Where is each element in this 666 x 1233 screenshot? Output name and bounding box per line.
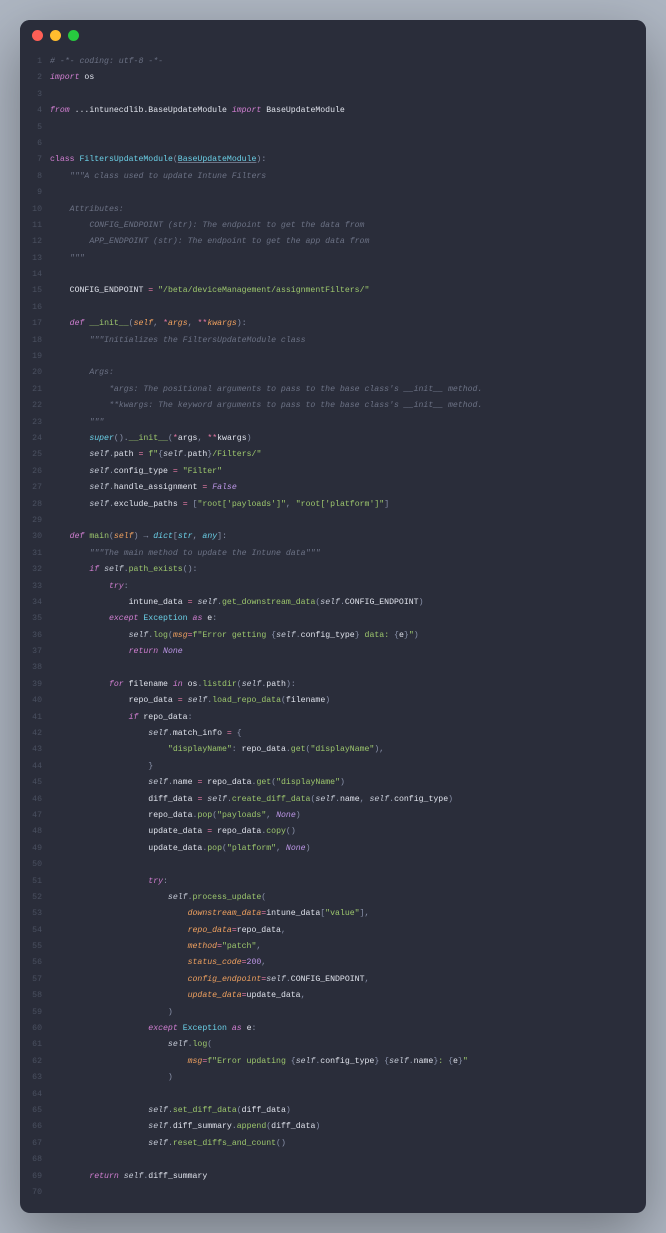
- code-line[interactable]: status_code=200,: [50, 955, 636, 971]
- code-line[interactable]: self.handle_assignment = False: [50, 480, 636, 496]
- code-editor[interactable]: 1234567891011121314151617181920212223242…: [20, 50, 646, 1213]
- code-line[interactable]: """The main method to update the Intune …: [50, 546, 636, 562]
- code-line[interactable]: config_endpoint=self.CONFIG_ENDPOINT,: [50, 972, 636, 988]
- code-line[interactable]: self.name = repo_data.get("displayName"): [50, 775, 636, 791]
- code-line[interactable]: try:: [50, 874, 636, 890]
- code-line[interactable]: def __init__(self, *args, **kwargs):: [50, 316, 636, 332]
- code-line[interactable]: APP_ENDPOINT (str): The endpoint to get …: [50, 234, 636, 250]
- code-line[interactable]: downstream_data=intune_data["value"],: [50, 906, 636, 922]
- code-line[interactable]: Args:: [50, 365, 636, 381]
- code-line[interactable]: super().__init__(*args, **kwargs): [50, 431, 636, 447]
- code-line[interactable]: """: [50, 415, 636, 431]
- line-gutter: 1234567891011121314151617181920212223242…: [20, 54, 50, 1201]
- code-line[interactable]: [50, 1185, 636, 1201]
- code-line[interactable]: ): [50, 1070, 636, 1086]
- code-line[interactable]: CONFIG_ENDPOINT = "/beta/deviceManagemen…: [50, 283, 636, 299]
- code-line[interactable]: CONFIG_ENDPOINT (str): The endpoint to g…: [50, 218, 636, 234]
- code-line[interactable]: update_data.pop("platform", None): [50, 841, 636, 857]
- code-line[interactable]: update_data=update_data,: [50, 988, 636, 1004]
- code-line[interactable]: for filename in os.listdir(self.path):: [50, 677, 636, 693]
- code-line[interactable]: import os: [50, 70, 636, 86]
- code-line[interactable]: [50, 660, 636, 676]
- code-line[interactable]: [50, 87, 636, 103]
- code-line[interactable]: self.process_update(: [50, 890, 636, 906]
- code-line[interactable]: }: [50, 759, 636, 775]
- close-icon[interactable]: [32, 30, 43, 41]
- code-line[interactable]: repo_data = self.load_repo_data(filename…: [50, 693, 636, 709]
- code-line[interactable]: """A class used to update Intune Filters: [50, 169, 636, 185]
- code-line[interactable]: "displayName": repo_data.get("displayNam…: [50, 742, 636, 758]
- code-line[interactable]: except Exception as e:: [50, 611, 636, 627]
- code-line[interactable]: class FiltersUpdateModule(BaseUpdateModu…: [50, 152, 636, 168]
- code-line[interactable]: self.exclude_paths = ["root['payloads']"…: [50, 497, 636, 513]
- code-line[interactable]: self.reset_diffs_and_count(): [50, 1136, 636, 1152]
- code-line[interactable]: from ...intunecdlib.BaseUpdateModule imp…: [50, 103, 636, 119]
- code-line[interactable]: Attributes:: [50, 202, 636, 218]
- code-line[interactable]: [50, 1087, 636, 1103]
- code-line[interactable]: ): [50, 1005, 636, 1021]
- code-line[interactable]: self.match_info = {: [50, 726, 636, 742]
- code-line[interactable]: method="patch",: [50, 939, 636, 955]
- code-line[interactable]: intune_data = self.get_downstream_data(s…: [50, 595, 636, 611]
- code-content[interactable]: # -*- coding: utf-8 -*-import os from ...…: [50, 54, 646, 1201]
- code-line[interactable]: *args: The positional arguments to pass …: [50, 382, 636, 398]
- code-line[interactable]: [50, 349, 636, 365]
- code-line[interactable]: # -*- coding: utf-8 -*-: [50, 54, 636, 70]
- code-line[interactable]: [50, 1152, 636, 1168]
- code-line[interactable]: [50, 267, 636, 283]
- code-line[interactable]: [50, 300, 636, 316]
- code-line[interactable]: """: [50, 251, 636, 267]
- code-line[interactable]: self.path = f"{self.path}/Filters/": [50, 447, 636, 463]
- code-line[interactable]: self.log(: [50, 1037, 636, 1053]
- code-line[interactable]: self.diff_summary.append(diff_data): [50, 1119, 636, 1135]
- code-line[interactable]: **kwargs: The keyword arguments to pass …: [50, 398, 636, 414]
- editor-window: 1234567891011121314151617181920212223242…: [20, 20, 646, 1213]
- code-line[interactable]: diff_data = self.create_diff_data(self.n…: [50, 792, 636, 808]
- code-line[interactable]: update_data = repo_data.copy(): [50, 824, 636, 840]
- code-line[interactable]: repo_data.pop("payloads", None): [50, 808, 636, 824]
- code-line[interactable]: repo_data=repo_data,: [50, 923, 636, 939]
- code-line[interactable]: return self.diff_summary: [50, 1169, 636, 1185]
- code-line[interactable]: try:: [50, 579, 636, 595]
- code-line[interactable]: self.log(msg=f"Error getting {self.confi…: [50, 628, 636, 644]
- minimize-icon[interactable]: [50, 30, 61, 41]
- titlebar[interactable]: [20, 20, 646, 50]
- code-line[interactable]: if repo_data:: [50, 710, 636, 726]
- zoom-icon[interactable]: [68, 30, 79, 41]
- code-line[interactable]: [50, 185, 636, 201]
- code-line[interactable]: self.set_diff_data(diff_data): [50, 1103, 636, 1119]
- code-line[interactable]: msg=f"Error updating {self.config_type} …: [50, 1054, 636, 1070]
- code-line[interactable]: def main(self) → dict[str, any]:: [50, 529, 636, 545]
- code-line[interactable]: """Initializes the FiltersUpdateModule c…: [50, 333, 636, 349]
- code-line[interactable]: if self.path_exists():: [50, 562, 636, 578]
- code-line[interactable]: [50, 120, 636, 136]
- code-line[interactable]: return None: [50, 644, 636, 660]
- code-line[interactable]: [50, 136, 636, 152]
- code-line[interactable]: except Exception as e:: [50, 1021, 636, 1037]
- code-line[interactable]: [50, 513, 636, 529]
- code-line[interactable]: self.config_type = "Filter": [50, 464, 636, 480]
- code-line[interactable]: [50, 857, 636, 873]
